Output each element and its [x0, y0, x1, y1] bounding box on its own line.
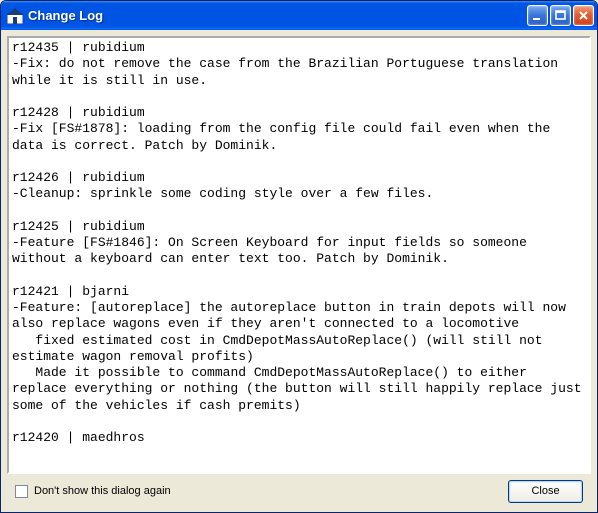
close-button[interactable]: Close — [508, 480, 583, 503]
footer-bar: Don't show this dialog again Close — [7, 474, 591, 508]
maximize-button[interactable] — [550, 5, 571, 26]
dont-show-again-checkbox[interactable]: Don't show this dialog again — [15, 485, 508, 498]
client-area: r12435 | rubidium -Fix: do not remove th… — [1, 30, 597, 512]
changelog-text[interactable]: r12435 | rubidium -Fix: do not remove th… — [7, 36, 591, 474]
app-icon — [7, 8, 23, 24]
window-title: Change Log — [28, 8, 527, 23]
close-icon-button[interactable] — [573, 5, 594, 26]
close-button-label: Close — [531, 485, 559, 497]
titlebar[interactable]: Change Log — [1, 1, 597, 30]
changelog-window: Change Log r12435 | rubidium -Fix: do no… — [0, 0, 598, 513]
minimize-button[interactable] — [527, 5, 548, 26]
window-buttons — [527, 5, 594, 26]
dont-show-again-label: Don't show this dialog again — [34, 485, 171, 497]
checkbox-icon — [15, 485, 28, 498]
